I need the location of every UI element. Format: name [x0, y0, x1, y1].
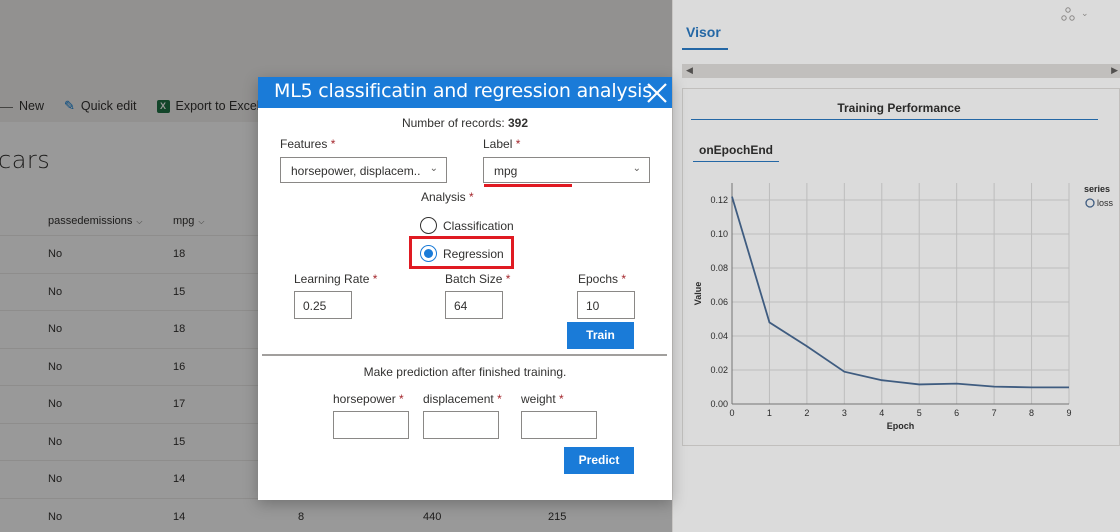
- dialog-header: ML5 classificatin and regression analysi…: [258, 77, 672, 108]
- chevron-down-icon: ⌄: [632, 163, 641, 174]
- radio-circle[interactable]: [420, 217, 437, 234]
- batch-size-label: Batch Size *: [445, 272, 511, 286]
- features-dropdown[interactable]: horsepower, displacem... ⌄: [280, 157, 447, 183]
- features-label: Features *: [280, 137, 336, 151]
- analysis-label: Analysis *: [421, 190, 474, 204]
- regression-highlight-box: [409, 236, 514, 269]
- learning-rate-label: Learning Rate *: [294, 272, 378, 286]
- records-count: Number of records: 392: [401, 116, 529, 130]
- epochs-label: Epochs *: [578, 272, 627, 286]
- chevron-down-icon: ⌄: [429, 163, 438, 174]
- panel-overlay: [673, 0, 1120, 532]
- weight-label: weight *: [521, 392, 564, 406]
- weight-input[interactable]: [521, 411, 597, 439]
- learning-rate-input[interactable]: 0.25: [294, 291, 352, 319]
- train-button[interactable]: Train: [567, 322, 634, 349]
- batch-size-input[interactable]: 64: [445, 291, 503, 319]
- records-value: 392: [508, 116, 529, 130]
- label-dropdown[interactable]: mpg ⌄: [483, 157, 650, 183]
- horsepower-input[interactable]: [333, 411, 409, 439]
- divider: [262, 354, 667, 356]
- displacement-label: displacement *: [423, 392, 502, 406]
- label-label: Label *: [483, 137, 521, 151]
- epochs-input[interactable]: 10: [577, 291, 635, 319]
- predict-message: Make prediction after finished training.: [363, 365, 567, 379]
- predict-button[interactable]: Predict: [564, 447, 634, 474]
- ml5-analysis-dialog: ML5 classificatin and regression analysi…: [258, 77, 672, 500]
- horsepower-label: horsepower *: [333, 392, 404, 406]
- dialog-title: ML5 classificatin and regression analysi…: [274, 80, 652, 102]
- label-highlight-underline: [484, 184, 572, 187]
- close-icon[interactable]: [645, 81, 669, 105]
- displacement-input[interactable]: [423, 411, 499, 439]
- radio-classification[interactable]: Classification: [420, 217, 514, 234]
